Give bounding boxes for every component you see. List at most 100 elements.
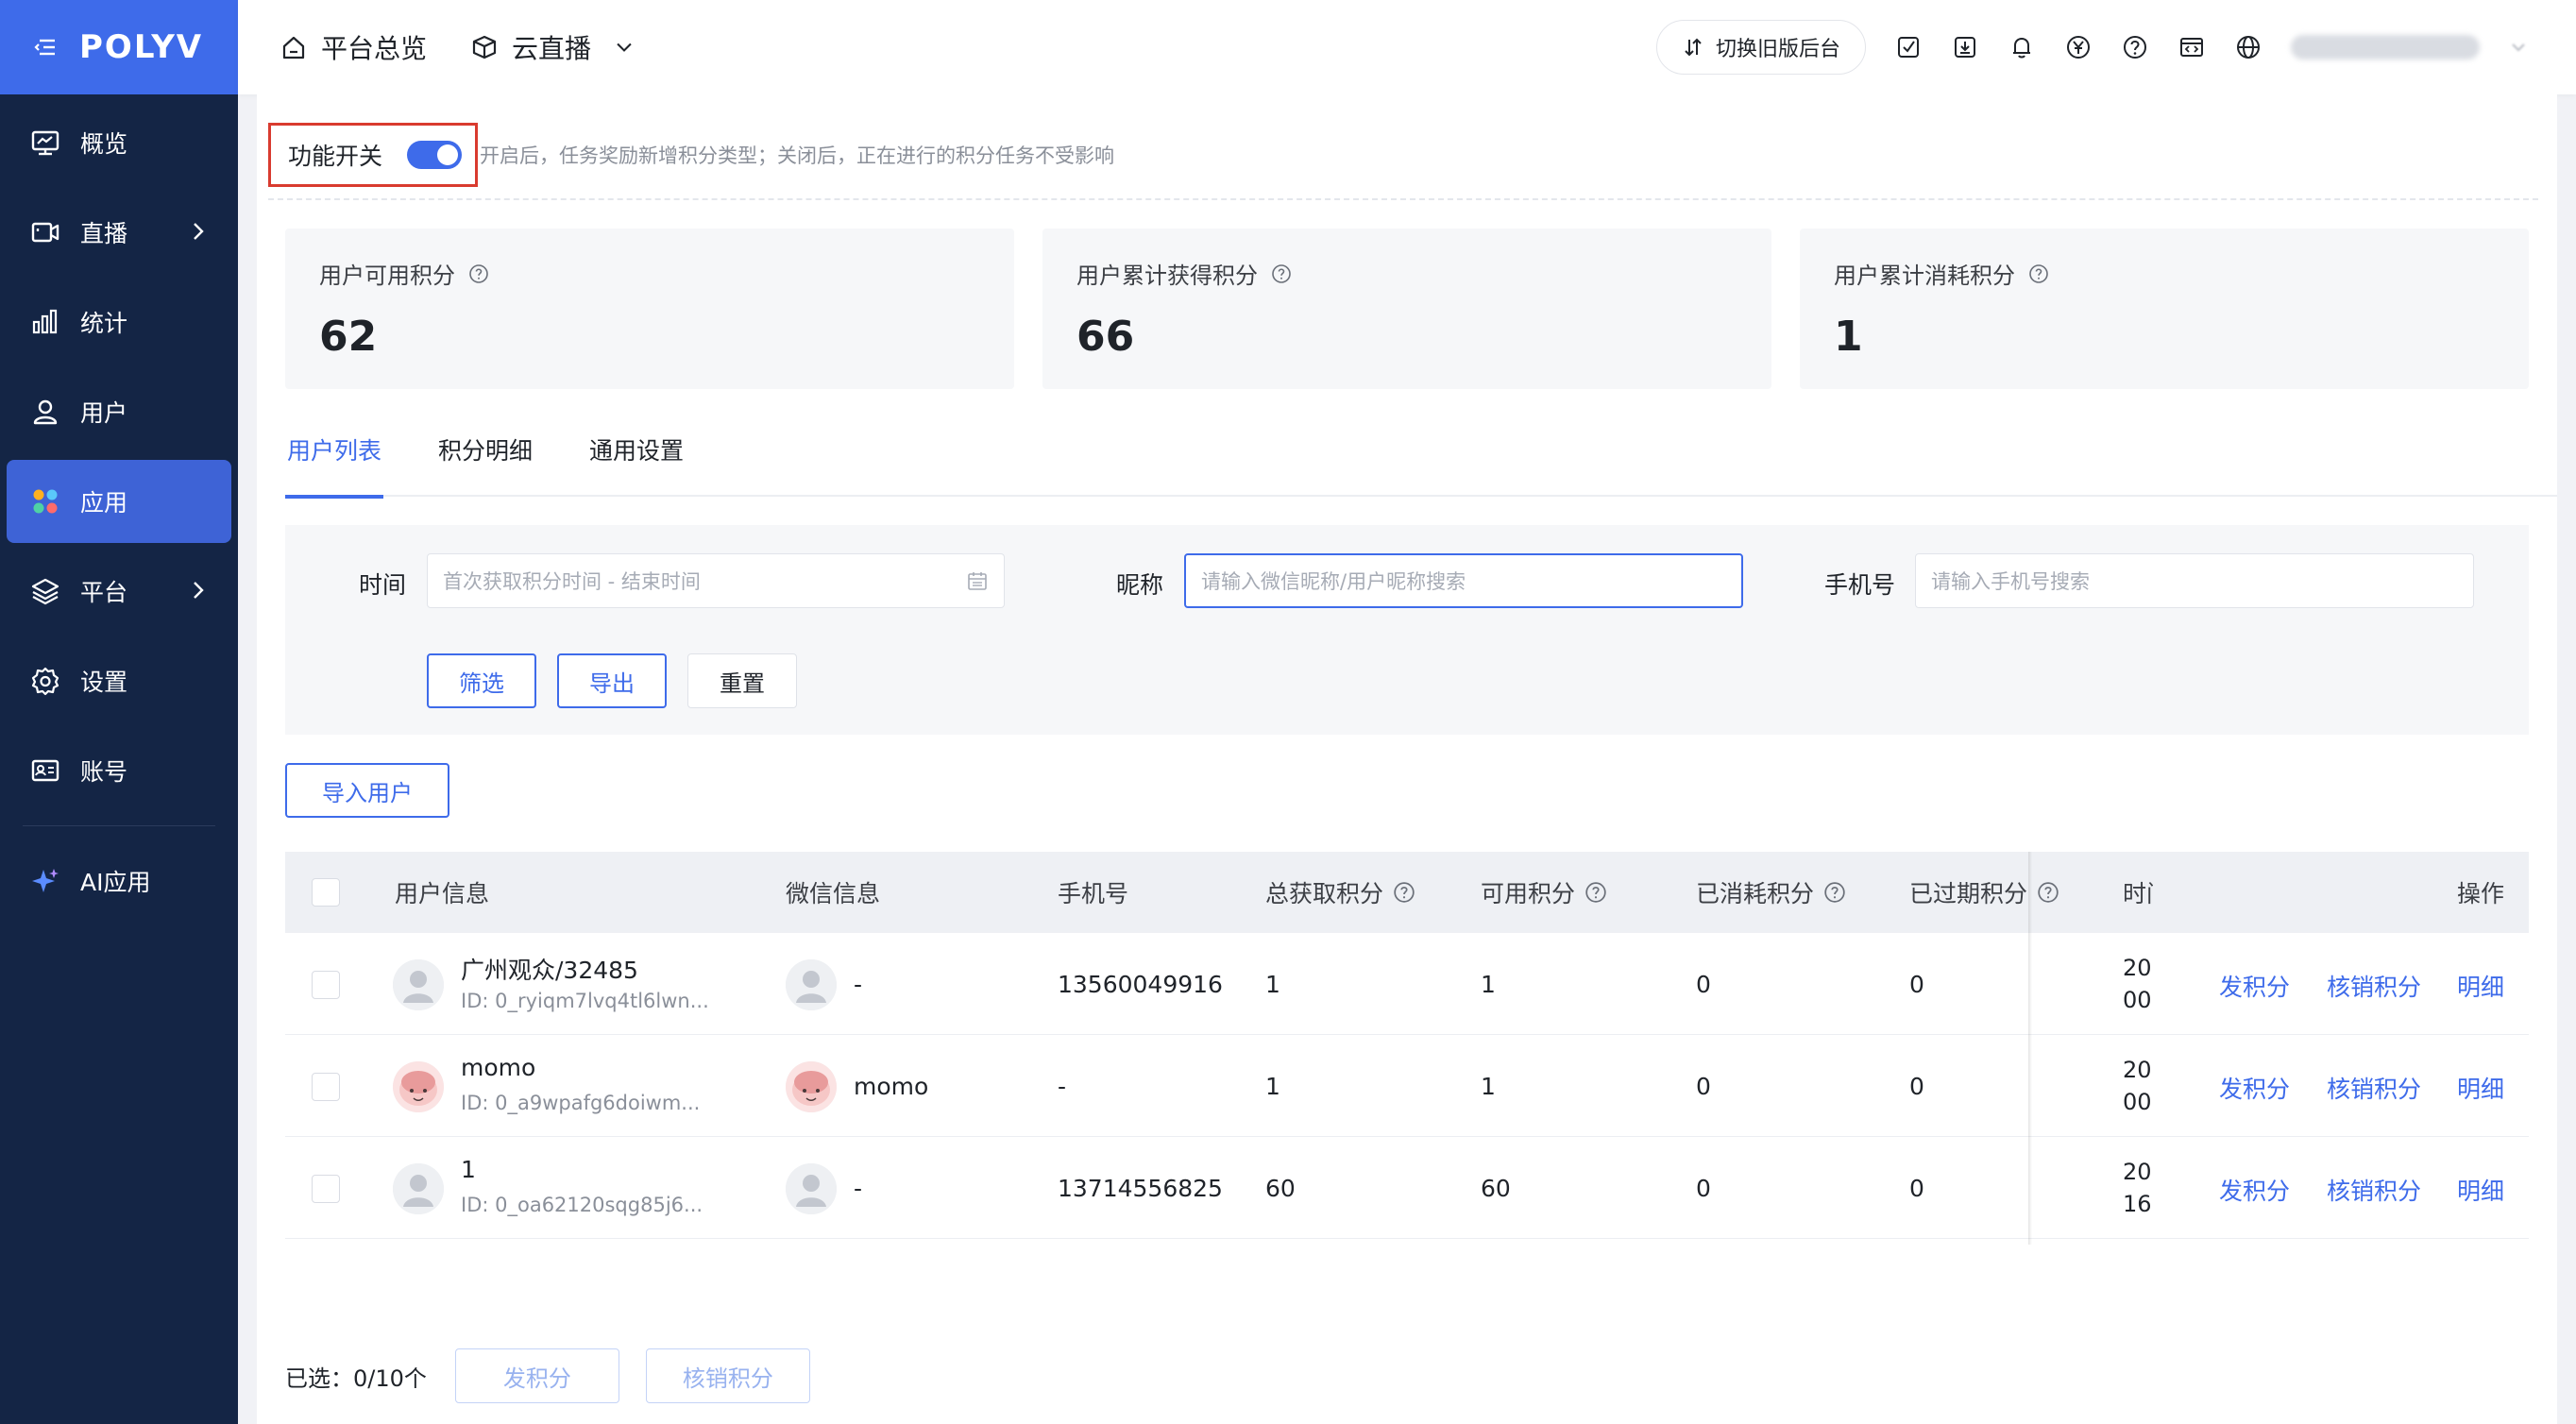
col-label: 可用积分 <box>1481 880 1576 907</box>
product-switcher[interactable]: 云直播 <box>470 28 636 66</box>
video-camera-icon <box>29 216 61 248</box>
account-email-blurred[interactable] <box>2291 35 2480 59</box>
user-name: 广州观众/32485 <box>461 957 638 984</box>
time-line: 202 <box>2123 955 2151 981</box>
redeem-points-link[interactable]: 核销积分 <box>2327 969 2421 1003</box>
row-checkbox[interactable] <box>312 1175 340 1203</box>
time-cell: 202 00: <box>2123 1054 2151 1118</box>
swap-icon <box>1685 38 1702 57</box>
total-points-cell: 60 <box>1265 1174 1296 1202</box>
collapse-menu-icon[interactable] <box>32 34 59 60</box>
switch-old-console-button[interactable]: 切换旧版后台 <box>1655 20 1866 75</box>
time-line: 16: <box>2123 1191 2151 1217</box>
help-icon[interactable] <box>2121 33 2149 61</box>
detail-link[interactable]: 明细 <box>2457 1173 2504 1207</box>
question-icon[interactable] <box>468 263 489 284</box>
export-button[interactable]: 导出 <box>557 653 667 708</box>
redeem-points-link[interactable]: 核销积分 <box>2327 1173 2421 1207</box>
cartoon-avatar-icon <box>393 1061 444 1112</box>
user-name: 1 <box>461 1156 476 1183</box>
redeem-points-link[interactable]: 核销积分 <box>2327 1071 2421 1105</box>
sidebar-item-account[interactable]: 账号 <box>7 729 231 812</box>
question-icon[interactable] <box>1823 881 1846 904</box>
phone-search-input[interactable]: 请输入手机号搜索 <box>1915 553 2474 608</box>
stat-value: 1 <box>1834 313 1863 361</box>
gear-icon <box>29 665 61 697</box>
select-all-checkbox[interactable] <box>312 878 340 907</box>
time-filter-label: 时间 <box>359 571 407 599</box>
sidebar-item-label: 直播 <box>80 220 128 247</box>
question-icon[interactable] <box>2037 881 2059 904</box>
task-check-icon[interactable] <box>1894 33 1923 61</box>
toggle-knob <box>437 144 459 165</box>
tab-points-detail[interactable]: 积分明细 <box>436 406 534 497</box>
home-icon <box>282 36 305 59</box>
bell-icon[interactable] <box>2008 33 2036 61</box>
nickname-filter-label: 昵称 <box>1116 571 1164 599</box>
selected-count: 已选：0/10个 <box>285 1365 427 1392</box>
consumed-points-cell: 0 <box>1696 970 1711 998</box>
table-row: 广州观众/32485 ID: 0_ryiqm7lvq4tl6lwn... - 1… <box>285 933 2529 1035</box>
chevron-down-icon[interactable] <box>2508 37 2529 58</box>
sidebar-item-label: 设置 <box>80 669 128 696</box>
user-icon <box>29 396 61 428</box>
sidebar-item-label: 概览 <box>80 130 128 158</box>
col-user-info: 用户信息 <box>395 852 489 933</box>
question-icon[interactable] <box>1393 881 1415 904</box>
chevron-down-icon <box>617 42 632 52</box>
top-header: 平台总览 云直播 切换旧版后台 <box>238 0 2576 94</box>
filter-button[interactable]: 筛选 <box>427 653 536 708</box>
grant-points-link[interactable]: 发积分 <box>2219 1173 2290 1207</box>
globe-icon[interactable] <box>2234 33 2262 61</box>
sidebar-item-live[interactable]: 直播 <box>7 191 231 274</box>
question-icon[interactable] <box>2028 263 2049 284</box>
sidebar-item-label: 统计 <box>80 310 128 337</box>
grant-points-link[interactable]: 发积分 <box>2219 1071 2290 1105</box>
time-line: 00: <box>2123 987 2151 1013</box>
tab-user-list[interactable]: 用户列表 <box>285 406 384 499</box>
sidebar-divider <box>23 825 215 826</box>
sidebar-item-users[interactable]: 用户 <box>7 370 231 453</box>
nickname-search-input[interactable]: 请输入微信昵称/用户昵称搜索 <box>1184 553 1743 608</box>
platform-overview-link[interactable]: 平台总览 <box>280 28 427 66</box>
question-icon[interactable] <box>1271 263 1292 284</box>
sidebar-item-label: 账号 <box>80 758 128 786</box>
sidebar-item-apps[interactable]: 应用 <box>7 460 231 543</box>
download-icon[interactable] <box>1951 33 1979 61</box>
code-window-icon[interactable] <box>2178 33 2206 61</box>
reset-button[interactable]: 重置 <box>687 653 797 708</box>
time-range-input[interactable]: 首次获取积分时间 - 结束时间 <box>427 553 1005 608</box>
col-phone: 手机号 <box>1058 852 1128 933</box>
main-content: 功能开关 开启后，任务奖励新增积分类型；关闭后，正在进行的积分任务不受影响 用户… <box>257 94 2557 1424</box>
row-checkbox[interactable] <box>312 971 340 999</box>
phone-cell: 13714556825 <box>1058 1174 1223 1202</box>
phone-cell: 13560049916 <box>1058 970 1223 998</box>
sidebar-item-label: 用户 <box>80 399 128 427</box>
sidebar-item-ai-apps[interactable]: AI应用 <box>7 839 231 923</box>
sidebar-item-overview[interactable]: 概览 <box>7 101 231 184</box>
wechat-name: - <box>854 1174 863 1202</box>
col-label: 已过期积分 <box>1909 880 2028 907</box>
cube-icon <box>472 35 497 59</box>
sidebar-item-settings[interactable]: 设置 <box>7 639 231 722</box>
feature-switch-description: 开启后，任务奖励新增积分类型；关闭后，正在进行的积分任务不受影响 <box>480 144 1115 167</box>
filter-panel: 时间 首次获取积分时间 - 结束时间 昵称 请输入微信昵称/用户昵称搜索 手机号… <box>285 525 2529 735</box>
user-id: ID: 0_ryiqm7lvq4tl6lwn... <box>461 990 709 1012</box>
import-users-button[interactable]: 导入用户 <box>285 763 449 818</box>
expired-points-cell: 0 <box>1909 970 1924 998</box>
question-icon[interactable] <box>1585 881 1607 904</box>
sidebar-item-platform[interactable]: 平台 <box>7 550 231 633</box>
batch-grant-points-button[interactable]: 发积分 <box>454 1348 619 1403</box>
col-available-points: 可用积分 <box>1481 852 1607 933</box>
feature-toggle[interactable] <box>407 141 463 169</box>
tab-general-settings[interactable]: 通用设置 <box>587 406 686 497</box>
batch-redeem-points-button[interactable]: 核销积分 <box>645 1348 810 1403</box>
logo-bar: POLYV <box>0 0 238 94</box>
row-checkbox[interactable] <box>312 1073 340 1101</box>
sidebar-item-statistics[interactable]: 统计 <box>7 280 231 364</box>
detail-link[interactable]: 明细 <box>2457 1071 2504 1105</box>
detail-link[interactable]: 明细 <box>2457 969 2504 1003</box>
col-label: 已消耗积分 <box>1696 880 1815 907</box>
grant-points-link[interactable]: 发积分 <box>2219 969 2290 1003</box>
yuan-icon[interactable] <box>2064 33 2093 61</box>
